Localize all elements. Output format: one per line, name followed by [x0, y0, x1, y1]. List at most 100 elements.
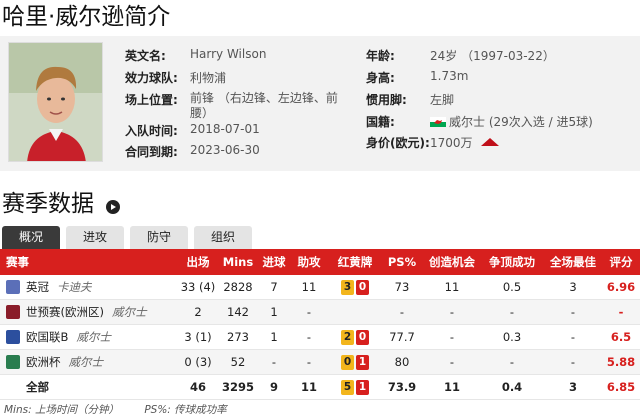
header-goals: 进球 [262, 255, 286, 269]
apps-cell: 3 (1) [184, 330, 212, 344]
position-value: 前锋 （右边锋、左边锋、前腰） [190, 91, 338, 120]
tab-attack[interactable]: 进攻 [66, 226, 124, 249]
contract-label: 合同到期: [125, 145, 178, 159]
header-competition: 赛事 [6, 255, 29, 269]
competition-name[interactable]: 欧国联B [26, 329, 68, 345]
table-row: 欧国联B 威尔士 3 (1) 273 1 - 77.7 - 0.3 - 2 0 6.5 [0, 325, 640, 350]
header-rating: 评分 [609, 255, 633, 269]
position-label: 场上位置: [125, 93, 178, 107]
aerial-cell: 0.5 [502, 280, 522, 294]
club-value[interactable]: 利物浦 [190, 69, 226, 86]
competition-logo-icon [6, 355, 20, 369]
rating-value: - [618, 305, 624, 319]
mins-cell: 52 [230, 355, 246, 369]
player-profile: 英文名: Harry Wilson 效力球队: 利物浦 场上位置: 前锋 （右边… [0, 36, 640, 171]
competition-cell: 世预赛(欧洲区) 威尔士 [6, 300, 178, 324]
cards-cell: 51 [330, 375, 380, 399]
rating-cell: 5.88 [604, 350, 638, 374]
english-name-value: Harry Wilson [190, 47, 267, 61]
chances-cell: 11 [444, 280, 460, 294]
competition-cell: 全部 [6, 375, 178, 399]
legend-ps: PS%: 传球成功率 [144, 404, 227, 416]
age-label: 年龄: [366, 49, 395, 63]
nationality-text: 威尔士 (29次入选 / 进5球) [449, 115, 593, 129]
assists-cell: - [306, 305, 312, 319]
ps-cell: 80 [394, 355, 410, 369]
cards-cell [330, 300, 380, 324]
value-value: 1700万 [430, 134, 499, 151]
mins-cell: 3295 [221, 380, 254, 394]
ps-cell: - [399, 305, 405, 319]
aerial-cell: 0.4 [501, 380, 523, 394]
ps-cell: 73.9 [387, 380, 417, 394]
club-label: 效力球队: [125, 71, 178, 85]
ps-cell: 73 [394, 280, 410, 294]
total-label: 全部 [26, 380, 49, 394]
apps-cell: 33 (4) [180, 280, 216, 294]
player-portrait-icon [9, 43, 102, 161]
competition-cell: 欧国联B 威尔士 [6, 325, 178, 349]
rating-cell: 6.85 [604, 375, 638, 399]
competition-name[interactable]: 英冠 [26, 279, 49, 295]
team-name[interactable]: 威尔士 [76, 329, 111, 345]
header-assists: 助攻 [297, 255, 321, 269]
goals-cell: 1 [270, 305, 278, 319]
table-row: 世预赛(欧洲区) 威尔士 2 142 1 - - - - - - [0, 300, 640, 325]
chances-cell: - [449, 305, 455, 319]
joined-label: 入队时间: [125, 124, 178, 138]
aerial-cell: - [509, 355, 515, 369]
player-photo [8, 42, 103, 162]
nationality-value[interactable]: 威尔士 (29次入选 / 进5球) [430, 113, 593, 130]
tab-organize[interactable]: 组织 [194, 226, 252, 249]
value-label: 身价(欧元): [366, 136, 430, 150]
wales-flag-icon [430, 117, 446, 127]
motm-cell: - [570, 305, 576, 319]
english-name-label: 英文名: [125, 49, 166, 63]
header-motm: 全场最佳 [550, 255, 596, 269]
assists-cell: - [306, 355, 312, 369]
competition-logo-icon [6, 305, 20, 319]
header-mins: Mins [222, 255, 254, 269]
team-name[interactable]: 卡迪夫 [57, 279, 92, 295]
table-total-row: 全部 46 3295 9 11 73.9 11 0.4 3 5 1 6.85 [0, 375, 640, 400]
yellow-card-count: 2 [341, 329, 354, 345]
chances-cell: - [449, 330, 455, 344]
red-card-count: 0 [356, 279, 369, 295]
cards-cell: 20 [330, 325, 380, 349]
apps-cell: 2 [194, 305, 202, 319]
table-header: 赛事 出场 Mins 进球 助攻 红黄牌 PS% 创造机会 争顶成功 全场最佳 … [0, 249, 640, 275]
competition-name[interactable]: 欧洲杯 [26, 354, 61, 370]
table-row: 英冠 卡迪夫 33 (4) 2828 7 11 73 11 0.5 3 3 0 6.96 [0, 275, 640, 300]
assists-cell: 11 [301, 280, 317, 294]
rating-value: 6.96 [606, 280, 636, 294]
goals-cell: 1 [270, 330, 278, 344]
motm-cell: - [570, 355, 576, 369]
ps-cell: 77.7 [389, 330, 415, 344]
motm-cell: 3 [568, 380, 577, 394]
joined-value: 2018-07-01 [190, 122, 260, 136]
red-card-count: 1 [356, 354, 369, 370]
chances-cell: 11 [443, 380, 460, 394]
arrow-right-icon[interactable] [106, 200, 120, 214]
team-name[interactable]: 威尔士 [69, 354, 104, 370]
red-card-count: 0 [356, 329, 369, 345]
competition-logo-icon [6, 330, 20, 344]
legend-mins: Mins: 上场时间（分钟） [4, 404, 119, 416]
rating-cell: 6.5 [604, 325, 638, 349]
tab-overview[interactable]: 概况 [2, 226, 60, 249]
tab-defense[interactable]: 防守 [130, 226, 188, 249]
cards-cell: 30 [330, 275, 380, 299]
chances-cell: - [449, 355, 455, 369]
competition-name[interactable]: 世预赛(欧洲区) [26, 304, 104, 320]
mins-cell: 2828 [223, 280, 253, 294]
motm-cell: 3 [569, 280, 577, 294]
team-name[interactable]: 威尔士 [112, 304, 147, 320]
aerial-cell: - [509, 305, 515, 319]
yellow-card-count: 0 [341, 354, 354, 370]
nationality-label: 国籍: [366, 115, 395, 129]
mins-cell: 273 [227, 330, 249, 344]
header-apps: 出场 [186, 255, 210, 269]
rating-value: 5.88 [606, 355, 636, 369]
motm-cell: - [570, 330, 576, 344]
rating-value: 6.5 [610, 330, 632, 344]
